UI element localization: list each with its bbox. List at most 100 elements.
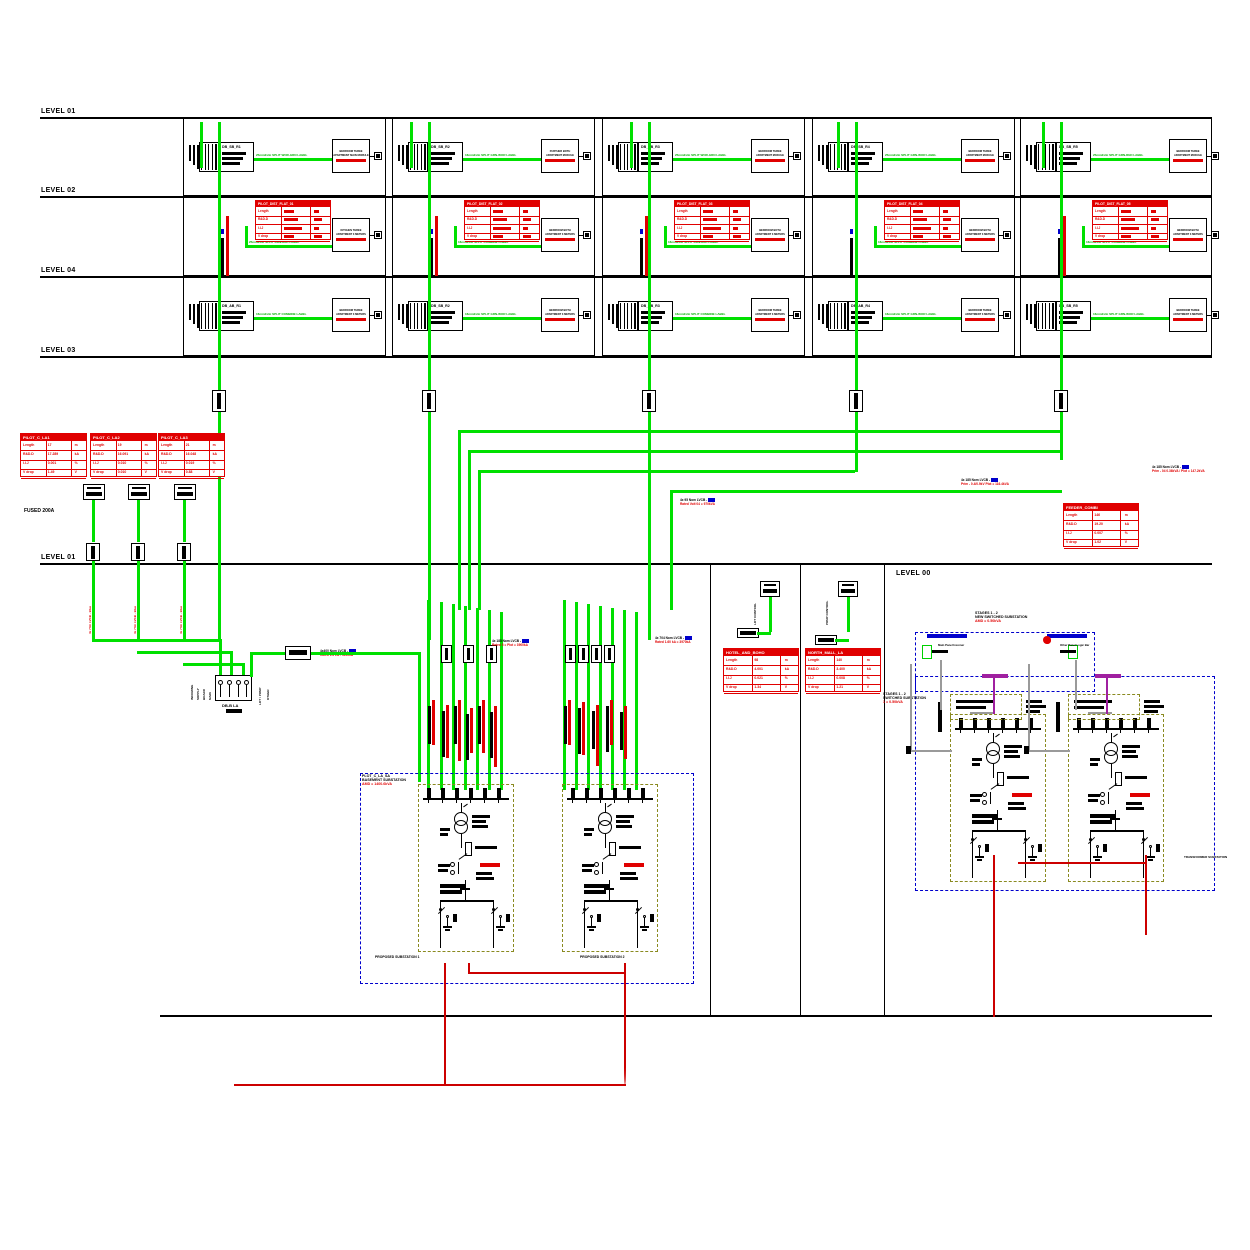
- calc-rowunit-t_pilot_la2-0: m: [144, 442, 148, 447]
- load-box-c2-r2[interactable]: BEDROOM BOTH APARTMENT 3 METERS: [541, 218, 579, 252]
- calc-rowunit-t_pilot_la1-0: m: [74, 442, 78, 447]
- fused-1-cable-label: 4x 70m LVCB - Blue: [88, 605, 92, 634]
- panel-tag-text-c3-r3-0: [641, 311, 665, 314]
- calc-rowvalue-t_feeder-1: 19.20: [1094, 521, 1103, 526]
- substation-way-stem-5-right2: [1148, 728, 1149, 733]
- cable-elbow-h-c3-r2: [664, 245, 752, 248]
- meter-box-link-c4-r3: [999, 314, 1003, 316]
- load-box-c3-r3[interactable]: BEDROOM THREE APARTMENT 3 METERS: [751, 298, 789, 332]
- right-meter-bar-1: [932, 650, 948, 653]
- switchgear-bus-right1: [972, 830, 1026, 832]
- meter-box-c3-r2[interactable]: [793, 231, 801, 239]
- calc-row-line-c5-r2-1: [1093, 224, 1167, 225]
- calc-col-line-a-c5-r2: [1118, 207, 1119, 239]
- outgoing-fuse-1-left2: [650, 914, 654, 922]
- substation-top-bus-left1: [423, 798, 509, 800]
- cable-to-load-c1-r1: [254, 158, 332, 161]
- substation-feed-left-4: [476, 608, 479, 790]
- load-box-text-c2-r2: BEDROOM BOTH APARTMENT 3 METERS: [545, 228, 575, 236]
- calc-row-value-c5-r2-2: [1121, 226, 1139, 230]
- meter-box-c1-r2[interactable]: [374, 231, 382, 239]
- outgoing-earth-stem-0-right2: [1097, 848, 1098, 856]
- substation-feed-right-2: [587, 604, 590, 790]
- column-riser-tag-text-4: [854, 393, 858, 409]
- cable-annotation-rating-c6: Rated 1.60 kA = 3970kA: [655, 640, 691, 644]
- feed-tag-right-text-1: [582, 648, 585, 660]
- calc-rowvalue-t_hotel-2: 0.021: [754, 676, 763, 680]
- lift-panel-1-tag-text: [740, 631, 756, 635]
- db-outgoing-wire: [250, 652, 285, 655]
- meter-box-c5-r1[interactable]: [1211, 152, 1219, 160]
- meter-box-c2-r2[interactable]: [583, 231, 591, 239]
- calc-row-unit-c4-r2-2: [943, 226, 948, 230]
- protection-note-2-left1: [476, 877, 494, 880]
- substation-way-stem-2-left2: [600, 798, 601, 803]
- calc-table-title-c5-r2: PILOT_DIST_FLAT_05: [1095, 201, 1131, 206]
- meter-box-c5-r2[interactable]: [1211, 231, 1219, 239]
- meter-box-c1-r3[interactable]: [374, 311, 382, 319]
- load-box-c2-r3[interactable]: BEDROOM BOTH APARTMENT 3 METERS: [541, 298, 579, 332]
- calc-rowunit-t_north-0: m: [866, 657, 870, 662]
- meter-box-c4-r3[interactable]: [1003, 311, 1011, 319]
- meter-box-c1-r1[interactable]: [374, 152, 382, 160]
- meter-box-c4-r1[interactable]: [1003, 152, 1011, 160]
- transformer-label-bar2-right2: [1122, 750, 1136, 753]
- load-box-c3-r1[interactable]: BEDROOM THREE APARTMENT MODULE: [751, 139, 789, 173]
- load-box-c4-r1[interactable]: BEDROOM THREE APARTMENT MODULE: [961, 139, 999, 173]
- rcd-label-c2-r1: [545, 158, 575, 163]
- substation-way-stem-3-right2: [1120, 728, 1121, 733]
- switchgear-bar2-left2: [584, 890, 606, 894]
- rcd-label-c2-r3: [545, 317, 575, 322]
- cable-annotation-c2: 4x 185 Nom LVCB - Blue Prim - 0.4/0.9kV P…: [961, 478, 1009, 486]
- panel-stripe-c1-r3-1: [204, 303, 206, 329]
- panel-stripe-c4-r1-4: [844, 144, 846, 170]
- calc-row-value-c1-r2-0: [284, 209, 294, 213]
- switchgear-bus-left1: [440, 900, 494, 902]
- right-substation-title: STAGES 1 - 2 NEW SWITCHED SUBSTATION AMD…: [975, 611, 1027, 623]
- switchgear-bus-right2: [1090, 830, 1144, 832]
- substation-feed-left-2: [452, 604, 455, 790]
- load-box-c2-r1[interactable]: FURTHER BOTH APARTMENT MODULE: [541, 139, 579, 173]
- load-box-c4-r3[interactable]: BEDROOM THREE APARTMENT 3 METERS: [961, 298, 999, 332]
- load-box-c5-r2[interactable]: BEDROOM BOTH APARTMENT 3 METERS: [1169, 218, 1207, 252]
- load-box-c1-r2[interactable]: KITCHEN THREE APARTMENT 3 METERS: [332, 218, 370, 252]
- load-box-text-c1-r1: BEDROOM THREE APARTMENT MAIN MODULE: [333, 149, 369, 157]
- load-box-c5-r3[interactable]: BEDROOM THREE APARTMENT 3 METERS: [1169, 298, 1207, 332]
- feed-label-red-right-1: [582, 702, 585, 755]
- cable-to-load-c5-r3: [1091, 317, 1169, 320]
- db-fuse-stem-2: [229, 685, 230, 697]
- meter-box-link-c1-r3: [370, 314, 374, 316]
- meter-box-c3-r1[interactable]: [793, 152, 801, 160]
- meter-box-c2-r3[interactable]: [583, 311, 591, 319]
- transformer-secondary-left1: [454, 820, 468, 834]
- calc-rowlabel-t_hotel-0: Length: [726, 657, 738, 662]
- outgoing-pivot-1-left1: [491, 908, 495, 911]
- load-box-c1-r3[interactable]: BEDROOM THREE APARTMENT 3 METERS: [332, 298, 370, 332]
- load-box-c4-r2[interactable]: BEDROOM BOTH APARTMENT 3 METERS: [961, 218, 999, 252]
- meter-box-c5-r3[interactable]: [1211, 311, 1219, 319]
- calc-rowline-t_feeder-3: [1064, 548, 1138, 549]
- meter-box-c3-r3[interactable]: [793, 311, 801, 319]
- calc-row-value-c1-r2-3: [284, 235, 294, 238]
- load-box-c5-r1[interactable]: BEDROOM THREE APARTMENT MODULE: [1169, 139, 1207, 173]
- panel-vlabel-c5-r3-2: [1034, 304, 1037, 328]
- level-label-01-basement: LEVEL 01: [41, 554, 76, 561]
- meter-box-fill-c4-r3: [1005, 313, 1009, 317]
- load-box-c1-r1[interactable]: BEDROOM THREE APARTMENT MAIN MODULE: [332, 139, 370, 173]
- calc-row-unit-c4-r2-1: [943, 218, 951, 221]
- feed-label-red-right-3: [610, 700, 613, 745]
- right-busbar-2-drop: [1106, 674, 1108, 714]
- db-outgoing-drop: [418, 652, 421, 782]
- db-fuse-stem-4: [246, 685, 247, 697]
- transformer-label-bar2-left2: [616, 820, 630, 823]
- outgoing-earth-bar2-1-left1: [498, 929, 503, 931]
- meter-box-c2-r1[interactable]: [583, 152, 591, 160]
- calc-table-t_pilot_la3: PILOT_C_LA3 Length 21 m R&D.D 16.048 kA I.I.J 0.…: [158, 433, 225, 479]
- calc-row-label-c3-r2-0: Length: [677, 208, 688, 213]
- switchgear-bar-right2: [1090, 814, 1116, 818]
- meter-box-c4-r2[interactable]: [1003, 231, 1011, 239]
- calc-table-title-c1-r2: PILOT_DIST_FLAT_01: [258, 201, 294, 206]
- load-box-c3-r2[interactable]: BEDROOM BOTH APARTMENT 3 METERS: [751, 218, 789, 252]
- feed-label-red-left-0: [432, 700, 435, 745]
- calc-rowunit-t_feeder-2: %: [1124, 531, 1128, 535]
